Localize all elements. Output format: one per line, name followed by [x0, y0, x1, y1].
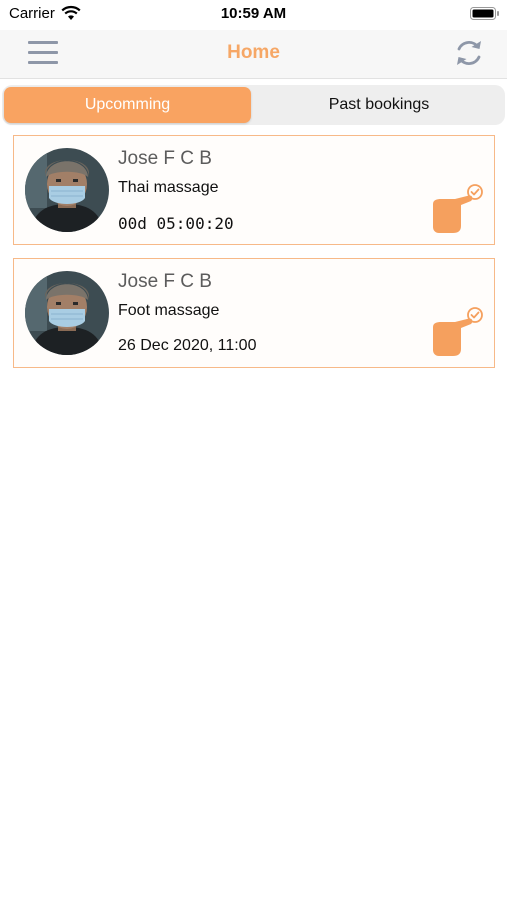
client-name: Jose F C B: [118, 148, 212, 169]
status-time: 10:59 AM: [220, 5, 287, 22]
battery-icon: [470, 7, 499, 20]
booking-datetime: 26 Dec 2020, 11:00: [118, 337, 257, 354]
client-name: Jose F C B: [118, 271, 212, 292]
service-name: Foot massage: [118, 302, 220, 319]
service-name: Thai massage: [118, 179, 219, 196]
tap-check-icon[interactable]: [431, 305, 489, 357]
tap-check-icon[interactable]: [431, 182, 489, 234]
page-title: Home: [227, 42, 280, 63]
refresh-icon[interactable]: [452, 36, 486, 70]
booking-card[interactable]: Jose F C B Foot massage 26 Dec 2020, 11:…: [13, 258, 495, 368]
booking-list: Jose F C B Thai massage 00d 05:00:20 Jos…: [13, 135, 495, 381]
booking-countdown: 00d 05:00:20: [118, 214, 234, 233]
tab-upcoming[interactable]: Upcomming: [4, 87, 251, 123]
tab-past-bookings[interactable]: Past bookings: [255, 87, 503, 123]
status-bar: Carrier 10:59 AM: [0, 0, 507, 30]
avatar: [25, 148, 109, 232]
booking-tabs: Upcomming Past bookings: [2, 85, 505, 125]
nav-bar: Home: [0, 30, 507, 79]
booking-card[interactable]: Jose F C B Thai massage 00d 05:00:20: [13, 135, 495, 245]
avatar: [25, 271, 109, 355]
